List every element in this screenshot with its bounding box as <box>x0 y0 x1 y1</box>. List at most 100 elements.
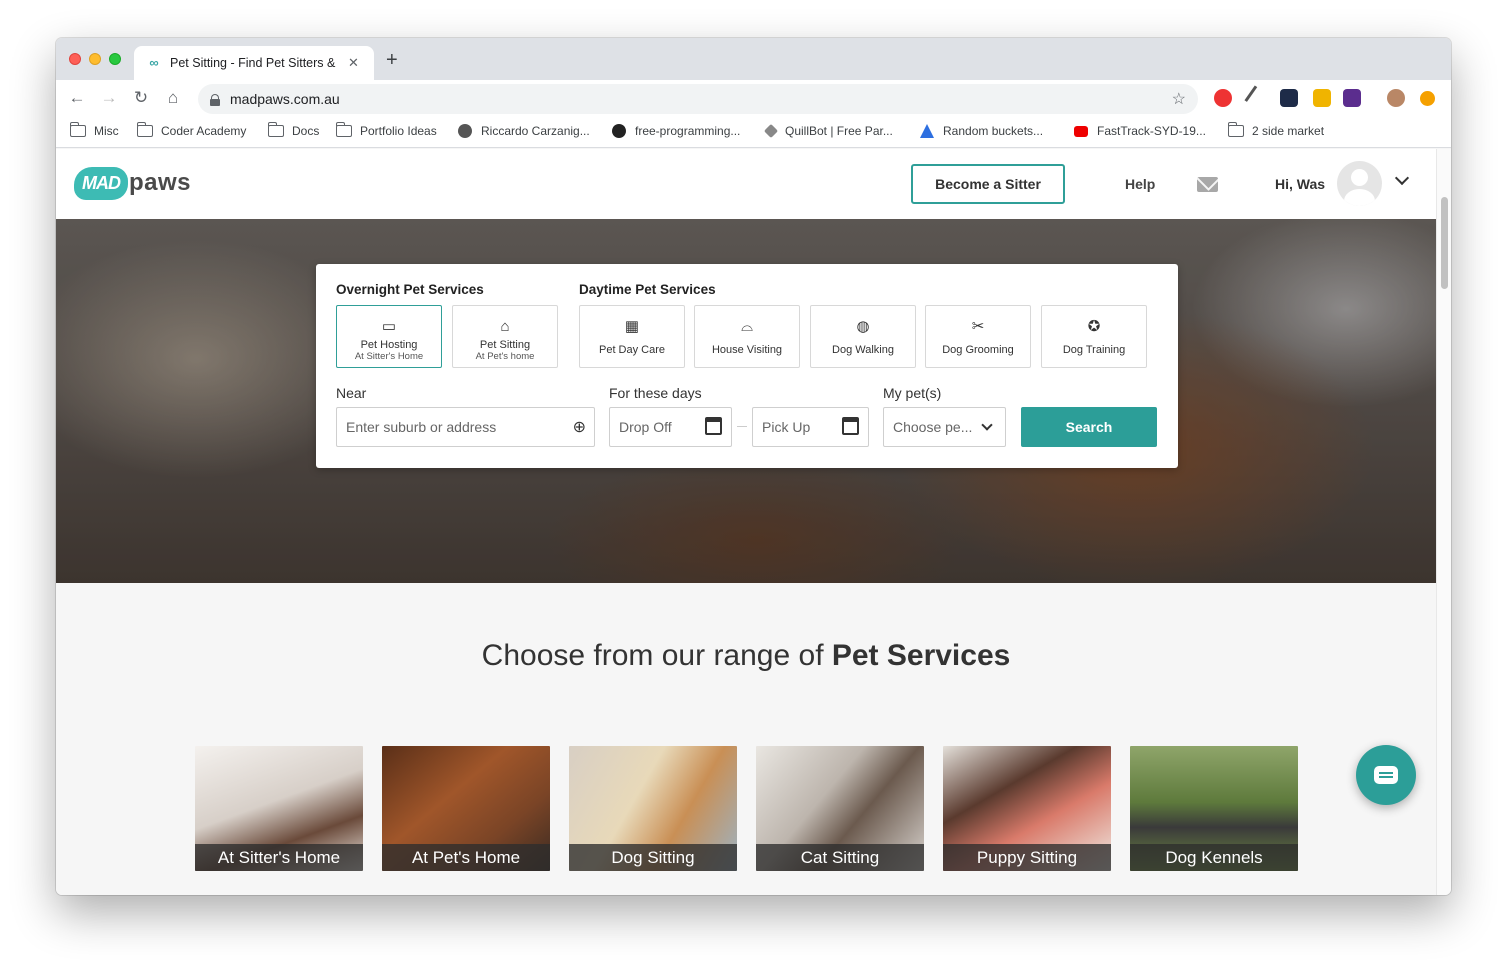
user-greeting[interactable]: Hi, Was <box>1275 176 1325 192</box>
logo-mad-text: MAD <box>74 166 128 200</box>
quill-icon <box>763 123 779 139</box>
service-label: Pet Hosting <box>360 339 418 351</box>
service-tile-at-pets-home[interactable]: At Pet's Home <box>382 746 550 871</box>
pick-up-placeholder: Pick Up <box>762 419 811 435</box>
folder-icon <box>335 122 352 137</box>
bookmark-label: FastTrack-SYD-19... <box>1097 124 1206 138</box>
madpaws-logo[interactable]: MAD paws <box>74 161 191 205</box>
tile-caption: At Pet's Home <box>382 844 550 871</box>
back-arrow-icon[interactable]: ← <box>66 88 88 108</box>
location-input[interactable]: Enter suburb or address ⊕ <box>336 407 595 447</box>
service-label: House Visiting <box>711 344 783 356</box>
overnight-services-title: Overnight Pet Services <box>336 282 484 297</box>
service-dog-training[interactable]: ✪ Dog Training <box>1041 305 1147 368</box>
lock-icon <box>210 93 220 106</box>
site-header: MAD paws Become a Sitter Help Hi, Was <box>56 149 1436 219</box>
help-link[interactable]: Help <box>1125 176 1155 192</box>
search-location-icon[interactable]: ⊕ <box>573 417 586 437</box>
house-icon: ⌂ <box>500 318 510 335</box>
tile-caption: Dog Kennels <box>1130 844 1298 871</box>
madpaws-favicon-icon: ∞ <box>149 55 159 70</box>
browser-window: ∞ Pet Sitting - Find Pet Sitters & Dog B… <box>56 38 1451 895</box>
page-scrollbar[interactable] <box>1436 149 1451 895</box>
extension-purple-icon[interactable] <box>1343 89 1361 107</box>
new-tab-button[interactable]: + <box>386 49 398 72</box>
extension-adblock-icon[interactable] <box>1214 89 1232 107</box>
service-pet-sitting[interactable]: ⌂ Pet Sitting At Pet's home <box>452 305 558 368</box>
chevron-down-icon[interactable] <box>1394 170 1410 186</box>
tile-caption: Puppy Sitting <box>943 844 1111 871</box>
profile-avatar-icon[interactable] <box>1387 89 1405 107</box>
bookmark-portfolio-ideas[interactable]: Portfolio Ideas <box>335 122 437 138</box>
service-tile-at-sitters-home[interactable]: At Sitter's Home <box>195 746 363 871</box>
logo-paws-text: paws <box>129 169 192 196</box>
pets-label: My pet(s) <box>883 385 942 401</box>
service-label: Dog Grooming <box>942 344 1014 356</box>
maximize-window-button[interactable] <box>109 53 121 65</box>
pet-bed-icon: ⌓ <box>741 318 753 335</box>
service-pet-day-care[interactable]: ▦ Pet Day Care <box>579 305 685 368</box>
service-tile-dog-kennels[interactable]: Dog Kennels <box>1130 746 1298 871</box>
extension-eyedropper-icon[interactable] <box>1244 85 1270 111</box>
services-heading-bold: Pet Services <box>831 639 1011 672</box>
bookmark-label: Riccardo Carzanig... <box>481 124 590 138</box>
chat-widget-button[interactable] <box>1356 745 1416 805</box>
location-placeholder: Enter suburb or address <box>346 419 497 435</box>
tile-caption: At Sitter's Home <box>195 844 363 871</box>
search-button[interactable]: Search <box>1021 407 1157 447</box>
briefcase-icon: ▭ <box>381 318 397 335</box>
service-tile-puppy-sitting[interactable]: Puppy Sitting <box>943 746 1111 871</box>
blocks-icon: ▦ <box>624 318 640 335</box>
bookmark-coder-academy[interactable]: Coder Academy <box>136 122 246 138</box>
pet-select-value: Choose pe... <box>893 419 973 435</box>
service-pet-hosting[interactable]: ▭ Pet Hosting At Sitter's Home <box>336 305 442 368</box>
forward-arrow-icon[interactable]: → <box>98 88 120 108</box>
bookmark-label: QuillBot | Free Par... <box>785 124 893 138</box>
user-avatar[interactable] <box>1337 161 1382 206</box>
service-tile-cat-sitting[interactable]: Cat Sitting <box>756 746 924 871</box>
bookmark-docs[interactable]: Docs <box>267 122 319 138</box>
mail-icon[interactable] <box>1197 177 1218 192</box>
close-window-button[interactable] <box>69 53 81 65</box>
bookmark-fasttrack[interactable]: FastTrack-SYD-19... <box>1074 124 1206 138</box>
pick-up-date-field[interactable]: Pick Up <box>752 407 869 447</box>
home-icon[interactable]: ⌂ <box>162 88 184 108</box>
bookmark-label: Portfolio Ideas <box>360 124 437 138</box>
bookmark-riccardo[interactable]: Riccardo Carzanig... <box>458 124 590 138</box>
browser-toolbar: ← → ↻ ⌂ madpaws.com.au ☆ <box>56 80 1451 118</box>
become-a-sitter-button[interactable]: Become a Sitter <box>911 164 1065 204</box>
bookmark-free-programming[interactable]: free-programming... <box>612 124 740 138</box>
daytime-services-title: Daytime Pet Services <box>579 282 716 297</box>
update-indicator-icon[interactable] <box>1420 91 1435 106</box>
tab-close-icon[interactable]: ✕ <box>348 55 359 71</box>
drop-off-date-field[interactable]: Drop Off <box>609 407 732 447</box>
reload-icon[interactable]: ↻ <box>130 88 152 108</box>
scrollbar-thumb[interactable] <box>1441 197 1448 289</box>
minimize-window-button[interactable] <box>89 53 101 65</box>
bookmark-quillbot[interactable]: QuillBot | Free Par... <box>763 123 893 139</box>
extension-react-icon[interactable] <box>1280 89 1298 107</box>
service-dog-walking[interactable]: ◍ Dog Walking <box>810 305 916 368</box>
bookmark-label: free-programming... <box>635 124 741 138</box>
service-dog-grooming[interactable]: ✂ Dog Grooming <box>925 305 1031 368</box>
chevron-down-icon <box>981 419 993 431</box>
services-heading-prefix: Choose from our range of <box>481 639 832 672</box>
services-heading: Choose from our range of Pet Services <box>56 639 1436 673</box>
service-house-visiting[interactable]: ⌓ House Visiting <box>694 305 800 368</box>
web-page: MAD paws Become a Sitter Help Hi, Was Ov… <box>56 149 1436 895</box>
folder-icon <box>1227 122 1244 137</box>
address-bar[interactable]: madpaws.com.au ☆ <box>198 84 1198 114</box>
bookmark-random-buckets[interactable]: Random buckets... <box>920 124 1043 138</box>
bookmark-star-icon[interactable]: ☆ <box>1172 89 1186 109</box>
service-label: Pet Sitting <box>479 339 531 351</box>
browser-tab[interactable]: ∞ Pet Sitting - Find Pet Sitters & Dog B… <box>134 46 374 80</box>
bookmark-misc[interactable]: Misc <box>69 122 119 138</box>
url-text: madpaws.com.au <box>230 91 340 107</box>
service-tile-dog-sitting[interactable]: Dog Sitting <box>569 746 737 871</box>
bookmark-2-side-market[interactable]: 2 side market <box>1227 122 1324 138</box>
bookmark-label: Misc <box>94 124 119 138</box>
extension-notes-icon[interactable] <box>1313 89 1331 107</box>
service-label: Pet Day Care <box>598 344 666 356</box>
service-label: Dog Training <box>1062 344 1126 356</box>
pet-select[interactable]: Choose pe... <box>883 407 1006 447</box>
